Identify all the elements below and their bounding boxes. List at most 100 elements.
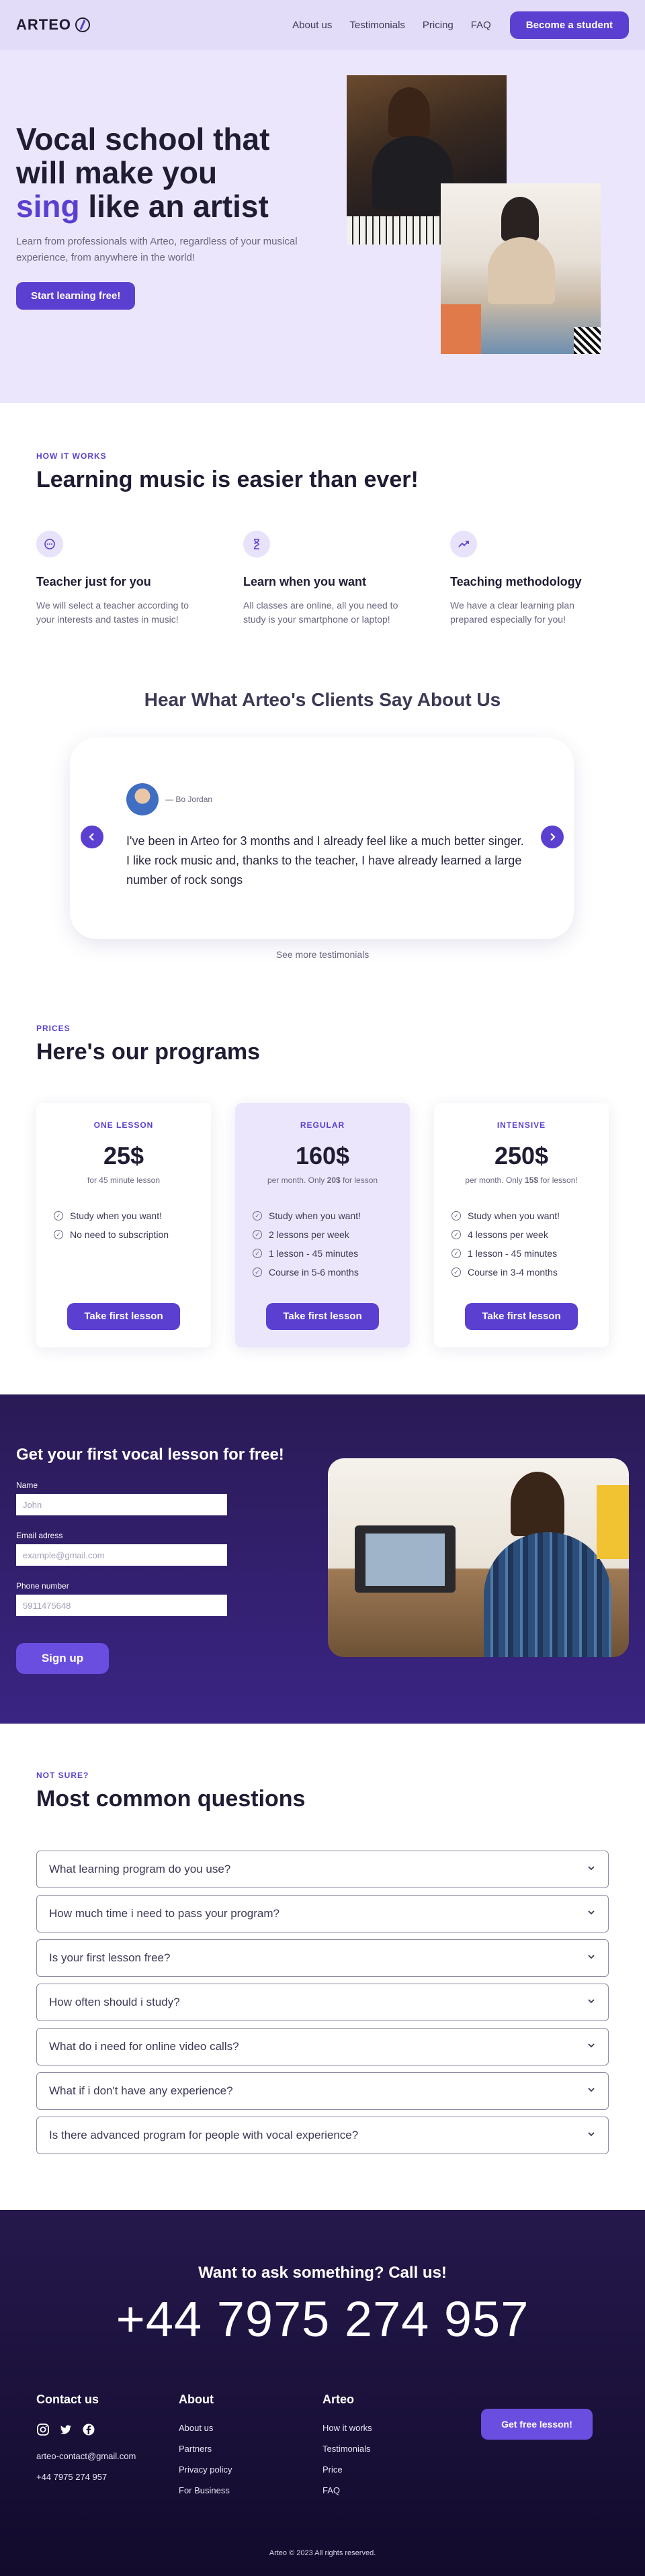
feature-text: We will select a teacher according to yo…	[36, 600, 189, 625]
name-field[interactable]	[16, 1494, 227, 1515]
next-arrow-icon[interactable]	[541, 826, 564, 848]
phone-field[interactable]	[16, 1595, 227, 1616]
trend-icon	[450, 531, 477, 558]
faq-question: What if i don't have any experience?	[49, 2084, 233, 2097]
plan-features: ✓ Study when you want! ✓ No need to subscr…	[54, 1206, 169, 1244]
hero-subtitle: Learn from professionals with Arteo, reg…	[16, 236, 298, 263]
logo-text: ARTEO	[16, 16, 71, 33]
how-title: Learning music is easier than ever!	[36, 467, 419, 492]
hero-title-line2: will make you	[16, 155, 218, 190]
hourglass-icon	[243, 531, 270, 558]
chevron-down-icon	[587, 2084, 596, 2098]
name-label: Name	[16, 1480, 38, 1490]
plan-feature-text: 1 lesson - 45 minutes	[468, 1248, 558, 1259]
plan-note-bold: 15$	[524, 1175, 539, 1185]
plan-card-one-lesson: ONE LESSON 25$ for 45 minute lesson ✓ Stu…	[36, 1103, 211, 1347]
plan-feature-text: Course in 5-6 months	[269, 1267, 359, 1278]
faq-item[interactable]: How often should i study?	[36, 1984, 609, 2021]
plan-name: REGULAR	[300, 1120, 345, 1130]
facebook-icon[interactable]	[82, 2423, 95, 2436]
footer-link-partners[interactable]: Partners	[179, 2444, 232, 2464]
feature-text: All classes are online, all you need to …	[243, 600, 398, 625]
logo[interactable]: ARTEO	[16, 16, 91, 34]
plan-note-text: for lesson	[340, 1175, 378, 1185]
nav-link-faq[interactable]: FAQ	[471, 19, 491, 31]
list-item: ✓ Study when you want!	[253, 1206, 361, 1225]
faq-eyebrow: NOT SURE?	[36, 1771, 89, 1780]
footer-link-about-us[interactable]: About us	[179, 2423, 232, 2444]
nav-link-testimonials[interactable]: Testimonials	[349, 19, 405, 31]
prev-arrow-icon[interactable]	[81, 826, 103, 848]
chevron-down-icon	[587, 1951, 596, 1965]
footer-contact-title: Contact us	[36, 2393, 99, 2406]
plan-card-regular: REGULAR 160$ per month. Only 20$ for les…	[235, 1103, 410, 1347]
big-phone-number[interactable]: +44 7975 274 957	[0, 2291, 645, 2348]
feature-title: Teaching methodology	[450, 575, 582, 588]
footer-email-link[interactable]: arteo-contact@gmail.com	[36, 2451, 136, 2472]
check-icon: ✓	[253, 1249, 262, 1258]
plan-price: 250$	[494, 1142, 549, 1169]
plan-note-bold: 20$	[327, 1175, 341, 1185]
list-item: ✓ No need to subscription	[54, 1225, 169, 1244]
faq-item[interactable]: Is there advanced program for people wit…	[36, 2117, 609, 2154]
faq-question: How often should i study?	[49, 1996, 180, 2008]
faq-item[interactable]: What learning program do you use?	[36, 1851, 609, 1888]
get-free-lesson-button[interactable]: Get free lesson!	[481, 2409, 593, 2440]
avatar	[126, 783, 159, 815]
faq-item[interactable]: How much time i need to pass your progra…	[36, 1895, 609, 1933]
take-first-lesson-button[interactable]: Take first lesson	[266, 1303, 379, 1330]
signup-section: Get your first vocal lesson for free! Na…	[0, 1394, 645, 1724]
faq-item[interactable]: What if i don't have any experience?	[36, 2072, 609, 2110]
footer-link-faq[interactable]: FAQ	[322, 2485, 372, 2506]
faq-item[interactable]: What do i need for online video calls?	[36, 2028, 609, 2066]
hero-title-rest: like an artist	[79, 189, 269, 224]
plan-name: ONE LESSON	[93, 1120, 154, 1130]
footer-link-how-it-works[interactable]: How it works	[322, 2423, 372, 2444]
nav-link-about[interactable]: About us	[292, 19, 332, 31]
plan-features: ✓ Study when you want! ✓ 2 lessons per wee…	[253, 1206, 361, 1282]
take-first-lesson-button[interactable]: Take first lesson	[67, 1303, 180, 1330]
chevron-down-icon	[587, 1996, 596, 2009]
how-eyebrow: HOW IT WORKS	[36, 451, 107, 461]
plan-feature-text: Course in 3-4 months	[468, 1267, 558, 1278]
check-icon: ✓	[452, 1268, 461, 1277]
feature-title: Teacher just for you	[36, 575, 151, 588]
footer-link-price[interactable]: Price	[322, 2464, 372, 2485]
start-learning-button[interactable]: Start learning free!	[16, 282, 136, 310]
faq-item[interactable]: Is your first lesson free?	[36, 1939, 609, 1977]
feature-text: We have a clear learning plan prepared e…	[450, 600, 574, 625]
become-student-button[interactable]: Become a student	[509, 11, 629, 39]
footer-link-testimonials[interactable]: Testimonials	[322, 2444, 372, 2464]
instagram-icon[interactable]	[36, 2423, 50, 2436]
faq-question: What do i need for online video calls?	[49, 2040, 239, 2053]
email-field[interactable]	[16, 1544, 227, 1566]
signup-photo	[328, 1458, 629, 1657]
plan-note-text: per month. Only	[267, 1175, 327, 1185]
footer-link-business[interactable]: For Business	[179, 2485, 232, 2506]
copyright: Arteo © 2023 All rights reserved.	[269, 2549, 376, 2557]
list-item: ✓ Study when you want!	[452, 1206, 560, 1225]
take-first-lesson-button[interactable]: Take first lesson	[465, 1303, 578, 1330]
plan-feature-text: No need to subscription	[70, 1229, 169, 1240]
feature-title: Learn when you want	[243, 575, 367, 588]
list-item: ✓ 4 lessons per week	[452, 1225, 560, 1244]
hero-title: Vocal school that will make you sing lik…	[16, 122, 325, 223]
chevron-down-icon	[587, 2040, 596, 2053]
hero-photo-singer	[441, 183, 601, 354]
footer-phone-link[interactable]: +44 7975 274 957	[36, 2472, 136, 2493]
footer-link-privacy[interactable]: Privacy policy	[179, 2464, 232, 2485]
footer-arteo-column: Arteo How it works Testimonials Price FA…	[322, 2393, 372, 2506]
list-item: ✓ Course in 5-6 months	[253, 1263, 361, 1282]
plan-features: ✓ Study when you want! ✓ 4 lessons per wee…	[452, 1206, 560, 1282]
nav-links: About us Testimonials Pricing FAQ	[292, 19, 491, 31]
signup-title: Get your first vocal lesson for free!	[16, 1446, 284, 1464]
sign-up-button[interactable]: Sign up	[16, 1643, 109, 1674]
chat-icon	[36, 531, 63, 558]
call-title: Want to ask something? Call us!	[198, 2264, 447, 2282]
nav-link-pricing[interactable]: Pricing	[423, 19, 454, 31]
check-icon: ✓	[253, 1230, 262, 1239]
check-icon: ✓	[452, 1249, 461, 1258]
see-more-testimonials-link[interactable]: See more testimonials	[0, 949, 645, 960]
twitter-icon[interactable]	[59, 2423, 73, 2436]
logo-mark-icon	[75, 17, 90, 32]
